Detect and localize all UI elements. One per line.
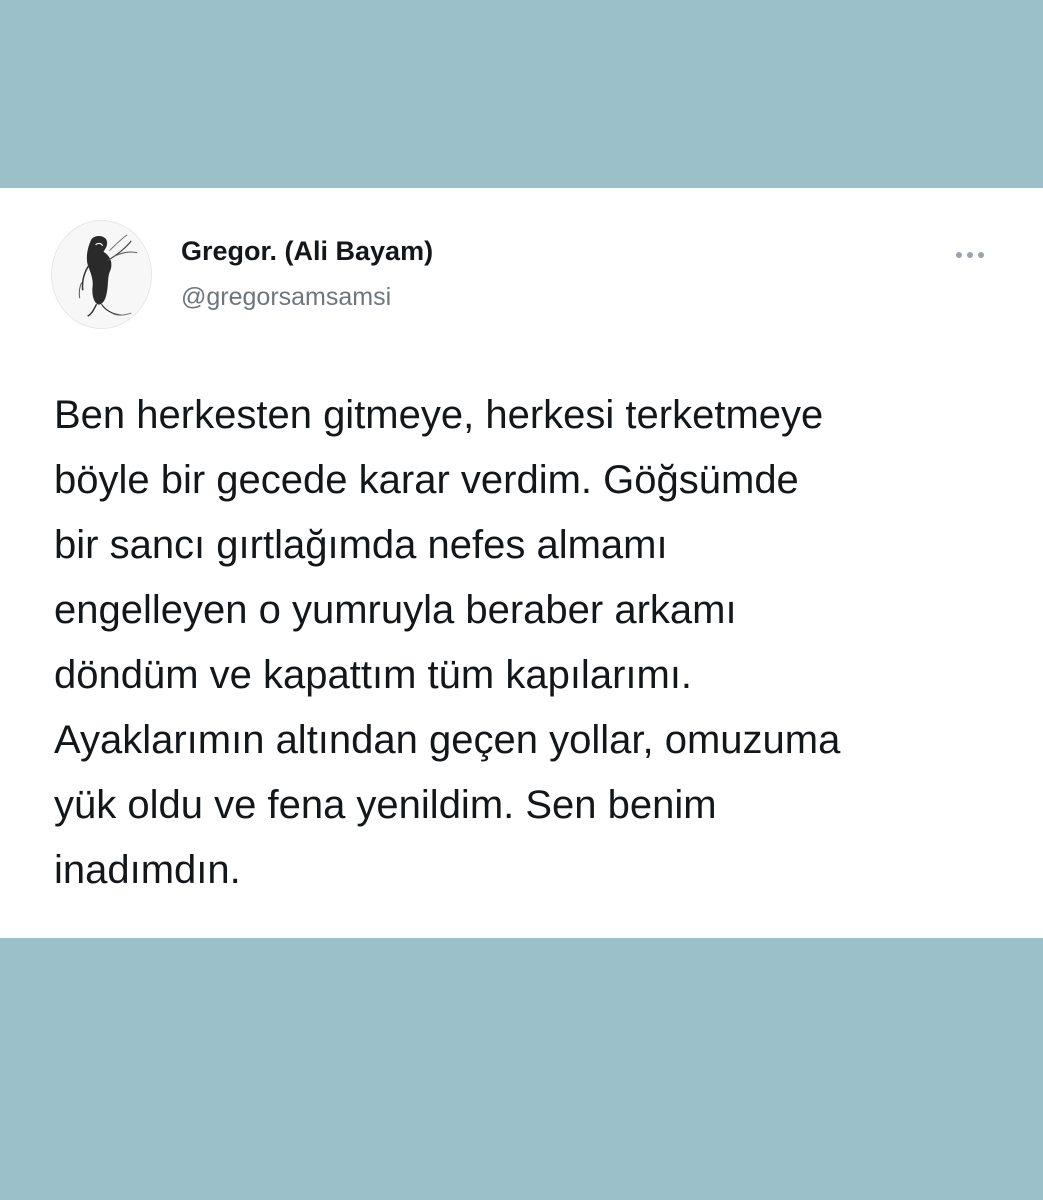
author-handle[interactable]: @gregorsamsamsi (181, 283, 391, 312)
sketch-figure-icon (52, 221, 151, 328)
tweet-line: inadımdın. (54, 848, 241, 892)
more-horizontal-icon (956, 252, 962, 258)
tweet-line: Ayaklarımın altından geçen yollar, omuzu… (54, 718, 841, 762)
tweet-line: yük oldu ve fena yenildim. Sen benim (54, 783, 717, 827)
tweet-line: döndüm ve kapattım tüm kapılarımı. (54, 653, 693, 697)
tweet-text: Ben herkesten gitmeye, herkesi terketmey… (54, 383, 1004, 903)
tweet-line: bir sancı gırtlağımda nefes almamı (54, 523, 668, 567)
more-horizontal-icon (978, 252, 984, 258)
author-display-name[interactable]: Gregor. (Ali Bayam) (181, 236, 433, 267)
avatar[interactable] (51, 220, 152, 329)
more-horizontal-icon (967, 252, 973, 258)
tweet-line: böyle bir gecede karar verdim. Göğsümde (54, 458, 799, 502)
tweet-line: engelleyen o yumruyla beraber arkamı (54, 588, 737, 632)
more-options-button[interactable] (946, 240, 994, 270)
tweet-line: Ben herkesten gitmeye, herkesi terketmey… (54, 393, 824, 437)
